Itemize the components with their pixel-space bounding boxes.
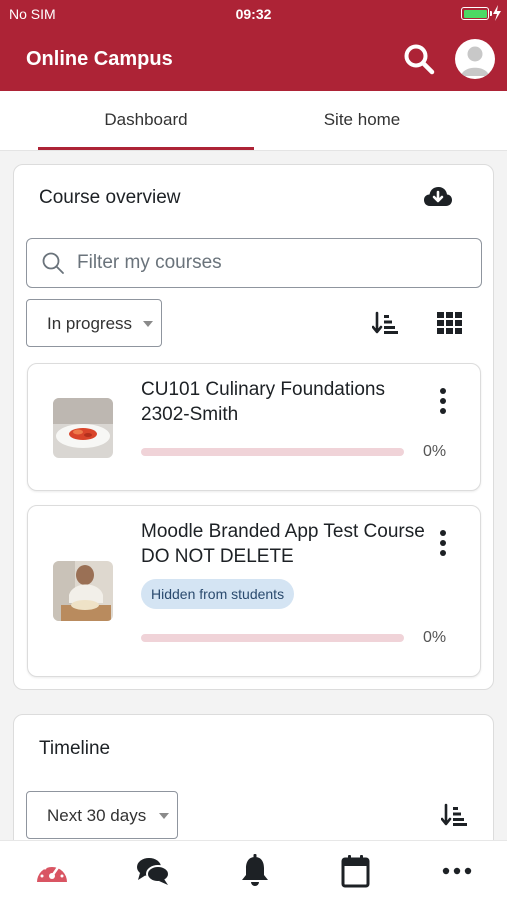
tab-site-home[interactable]: Site home (254, 91, 470, 151)
more-options-icon[interactable] (433, 386, 453, 418)
status-bar: No SIM 09:32 (0, 0, 507, 28)
course-image (53, 561, 113, 621)
search-icon (42, 252, 64, 274)
tab-bar: Dashboard Site home (0, 91, 507, 151)
search-icon[interactable] (402, 42, 436, 76)
charging-icon (493, 5, 501, 21)
course-progress-label: 0% (423, 443, 447, 460)
app-title: Online Campus (26, 48, 173, 70)
timeline-title: Timeline (39, 738, 111, 759)
course-item[interactable]: Moodle Branded App Test Course DO NOT DE… (27, 505, 481, 677)
notifications-bell-icon[interactable] (237, 854, 273, 888)
course-name[interactable]: Moodle Branded App Test Course DO NOT DE… (141, 519, 426, 569)
sort-icon[interactable] (372, 311, 400, 335)
sort-icon[interactable] (441, 803, 469, 827)
course-progress-bar (141, 448, 404, 456)
more-icon[interactable] (439, 854, 475, 888)
course-name[interactable]: CU101 Culinary Foundations 2302-Smith (141, 377, 426, 427)
timeline-range-value: Next 30 days (47, 806, 147, 825)
course-overview-card: Course overview In progress (13, 164, 494, 690)
course-filter-field[interactable] (26, 238, 482, 288)
more-options-icon[interactable] (433, 528, 453, 560)
app-header: Online Campus (0, 28, 507, 91)
messages-icon[interactable] (135, 854, 171, 888)
clock: 09:32 (235, 6, 272, 22)
user-avatar-icon[interactable] (455, 39, 495, 79)
course-filter-input[interactable] (77, 249, 467, 277)
timeline-range-select[interactable]: Next 30 days (26, 791, 178, 839)
course-overview-title: Course overview (39, 187, 181, 208)
dashboard-gauge-icon[interactable] (34, 854, 70, 888)
chevron-down-icon (159, 813, 169, 819)
course-status-select[interactable]: In progress (26, 299, 162, 347)
cloud-download-icon[interactable] (423, 185, 453, 209)
course-progress-label: 0% (423, 629, 447, 646)
grid-view-icon[interactable] (437, 312, 463, 334)
battery-icon (461, 7, 492, 20)
course-item[interactable]: CU101 Culinary Foundations 2302-Smith 0% (27, 363, 481, 491)
chevron-down-icon (143, 321, 153, 327)
course-status-value: In progress (47, 314, 133, 333)
tab-dashboard[interactable]: Dashboard (38, 91, 254, 151)
course-image (53, 398, 113, 458)
hidden-from-students-badge: Hidden from students (141, 579, 295, 609)
bottom-navigation (0, 840, 507, 900)
course-progress-bar (141, 634, 404, 642)
calendar-icon[interactable] (337, 854, 373, 888)
